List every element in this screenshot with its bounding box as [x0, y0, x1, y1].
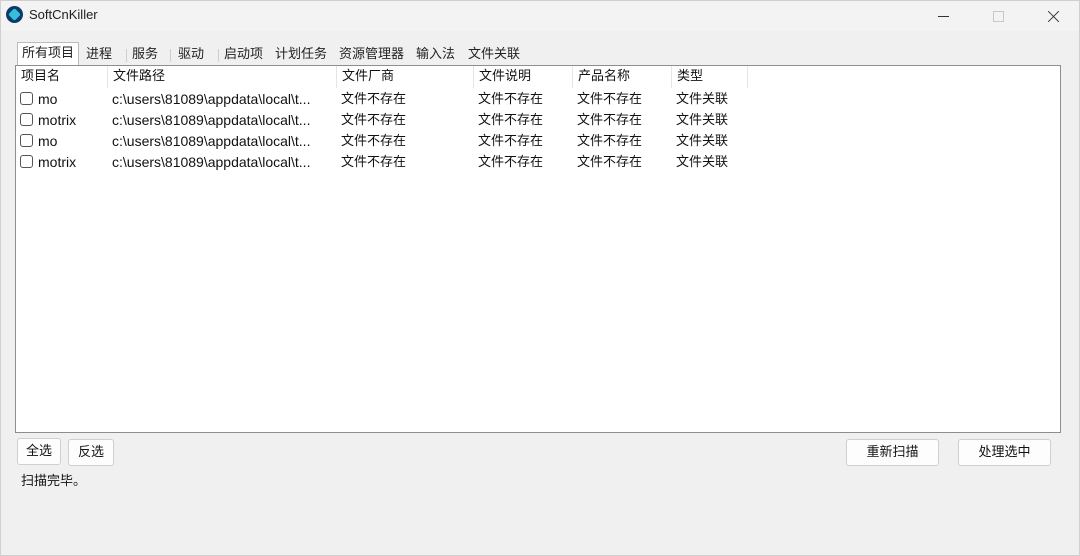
file-path: c:\users\81089\appdata\local\t...: [112, 133, 311, 149]
table-row[interactable]: mo c:\users\81089\appdata\local\t... 文件不…: [16, 89, 756, 110]
item-type: 文件关联: [676, 155, 729, 170]
tab-scheduled-tasks[interactable]: 计划任务: [271, 44, 331, 65]
item-name: motrix: [38, 154, 77, 170]
file-path: c:\users\81089\appdata\local\t...: [112, 112, 311, 128]
app-logo-icon: [6, 6, 23, 23]
tab-explorer[interactable]: 资源管理器: [335, 44, 408, 65]
title-bar: SoftCnKiller: [1, 1, 1079, 31]
product-name: 文件不存在: [577, 155, 643, 170]
file-description: 文件不存在: [478, 113, 544, 128]
close-button[interactable]: [1030, 1, 1076, 31]
items-list[interactable]: 项目名 文件路径 文件厂商 文件说明 产品名称 类型 mo c:\users\8…: [15, 65, 1061, 433]
row-checkbox[interactable]: [20, 134, 33, 147]
item-name: motrix: [38, 112, 77, 128]
tab-separator: [126, 49, 127, 62]
minimize-button[interactable]: [920, 1, 966, 31]
product-name: 文件不存在: [577, 113, 643, 128]
column-header-vendor[interactable]: 文件厂商: [337, 66, 474, 88]
column-header-product[interactable]: 产品名称: [573, 66, 672, 88]
table-row[interactable]: motrix c:\users\81089\appdata\local\t...…: [16, 110, 756, 131]
status-text: 扫描完毕。: [21, 474, 87, 489]
column-header-type[interactable]: 类型: [672, 66, 748, 88]
tab-input-methods[interactable]: 输入法: [412, 44, 459, 65]
list-header: 项目名 文件路径 文件厂商 文件说明 产品名称 类型: [16, 66, 756, 88]
app-window: SoftCnKiller 所有项目 进程 服务 驱动 启动项 计划任务 资源管理…: [0, 0, 1080, 556]
maximize-button[interactable]: [975, 1, 1021, 31]
item-type: 文件关联: [676, 134, 729, 149]
table-row[interactable]: motrix c:\users\81089\appdata\local\t...…: [16, 152, 756, 173]
window-title: SoftCnKiller: [29, 7, 98, 22]
file-vendor: 文件不存在: [341, 155, 407, 170]
file-description: 文件不存在: [478, 92, 544, 107]
file-path: c:\users\81089\appdata\local\t...: [112, 91, 311, 107]
invert-selection-button[interactable]: 反选: [68, 439, 114, 466]
file-path: c:\users\81089\appdata\local\t...: [112, 154, 311, 170]
minimize-icon: [937, 15, 949, 17]
file-vendor: 文件不存在: [341, 92, 407, 107]
tab-separator: [218, 49, 219, 62]
row-checkbox[interactable]: [20, 92, 33, 105]
file-vendor: 文件不存在: [341, 134, 407, 149]
process-selected-button[interactable]: 处理选中: [958, 439, 1051, 466]
column-header-description[interactable]: 文件说明: [474, 66, 573, 88]
rescan-button[interactable]: 重新扫描: [846, 439, 939, 466]
product-name: 文件不存在: [577, 134, 643, 149]
tab-drivers[interactable]: 驱动: [174, 44, 208, 65]
row-checkbox[interactable]: [20, 113, 33, 126]
maximize-icon: [992, 10, 1004, 22]
file-vendor: 文件不存在: [341, 113, 407, 128]
close-icon: [1047, 10, 1060, 23]
tab-startup[interactable]: 启动项: [220, 44, 267, 65]
item-type: 文件关联: [676, 113, 729, 128]
column-header-path[interactable]: 文件路径: [108, 66, 337, 88]
tab-separator: [170, 49, 171, 62]
column-header-name[interactable]: 项目名: [16, 66, 108, 88]
file-description: 文件不存在: [478, 134, 544, 149]
tab-all-items[interactable]: 所有项目: [17, 42, 80, 65]
file-description: 文件不存在: [478, 155, 544, 170]
row-checkbox[interactable]: [20, 155, 33, 168]
select-all-button[interactable]: 全选: [17, 438, 61, 465]
item-type: 文件关联: [676, 92, 729, 107]
tab-services[interactable]: 服务: [128, 44, 162, 65]
tab-processes[interactable]: 进程: [82, 44, 116, 65]
table-row[interactable]: mo c:\users\81089\appdata\local\t... 文件不…: [16, 131, 756, 152]
tab-file-associations[interactable]: 文件关联: [464, 44, 524, 65]
item-name: mo: [38, 91, 58, 107]
item-name: mo: [38, 133, 58, 149]
product-name: 文件不存在: [577, 92, 643, 107]
